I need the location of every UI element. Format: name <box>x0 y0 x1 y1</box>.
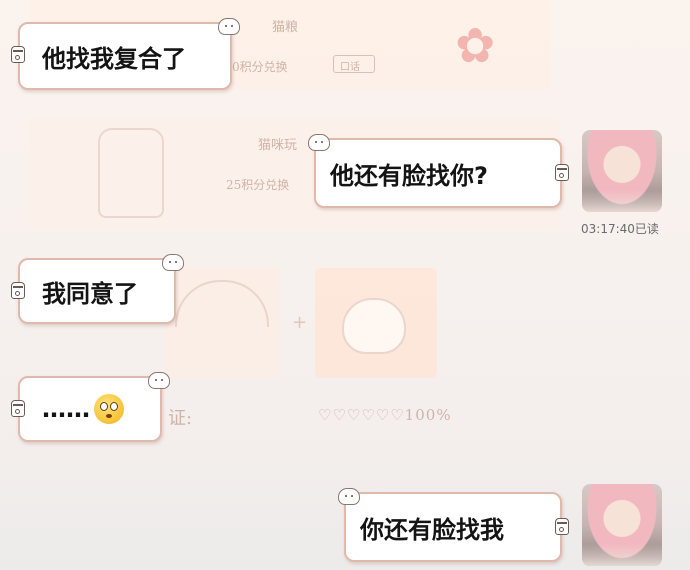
jar-illustration-icon <box>98 128 164 218</box>
wallpaper-text-points-1: 0积分兑换 <box>232 60 288 74</box>
read-status: 03:17:40已读 <box>581 222 659 236</box>
cat-sticker-icon <box>308 134 330 151</box>
message-text: 我同意了 <box>42 279 138 308</box>
message-text: 你还有脸找我 <box>360 515 504 544</box>
wallpaper-text-hearts: ♡♡♡♡♡♡100% <box>318 406 452 424</box>
jar-sticker-icon <box>11 282 25 299</box>
jar-sticker-icon <box>11 46 25 63</box>
jar-sticker-icon <box>555 164 569 181</box>
wallpaper-text-food: 猫粮 <box>272 20 299 35</box>
message-text: …… <box>42 395 90 423</box>
jar-sticker-icon <box>11 400 25 417</box>
message-bubble[interactable]: 你还有脸找我 <box>338 488 569 562</box>
cat-sticker-icon <box>338 488 360 505</box>
cat-sticker-icon <box>162 254 184 271</box>
wallpaper-text-btn: 口话 <box>340 62 360 73</box>
user-avatar[interactable] <box>582 130 662 212</box>
flower-icon: ✿ <box>455 18 496 74</box>
message-text: 他找我复合了 <box>42 44 186 73</box>
message-bubble[interactable]: 他找我复合了 <box>11 18 240 90</box>
user-avatar[interactable] <box>582 484 662 566</box>
message-bubble[interactable]: 他还有脸找你? <box>308 134 569 208</box>
wallpaper-text-toy: 猫咪玩 <box>258 138 298 153</box>
plus-icon: + <box>292 312 308 333</box>
cat-illustration-icon <box>342 298 406 354</box>
flushed-face-emoji-icon <box>94 394 124 424</box>
wallpaper-text-verify: 证: <box>168 408 193 429</box>
message-bubble[interactable]: …… <box>11 372 170 442</box>
wallpaper-text-points-2: 25积分兑换 <box>226 178 290 192</box>
cat-sticker-icon <box>148 372 170 389</box>
message-bubble[interactable]: 我同意了 <box>11 254 184 324</box>
cat-sticker-icon <box>218 18 240 35</box>
message-text: 他还有脸找你? <box>330 161 488 190</box>
jar-sticker-icon <box>555 518 569 535</box>
